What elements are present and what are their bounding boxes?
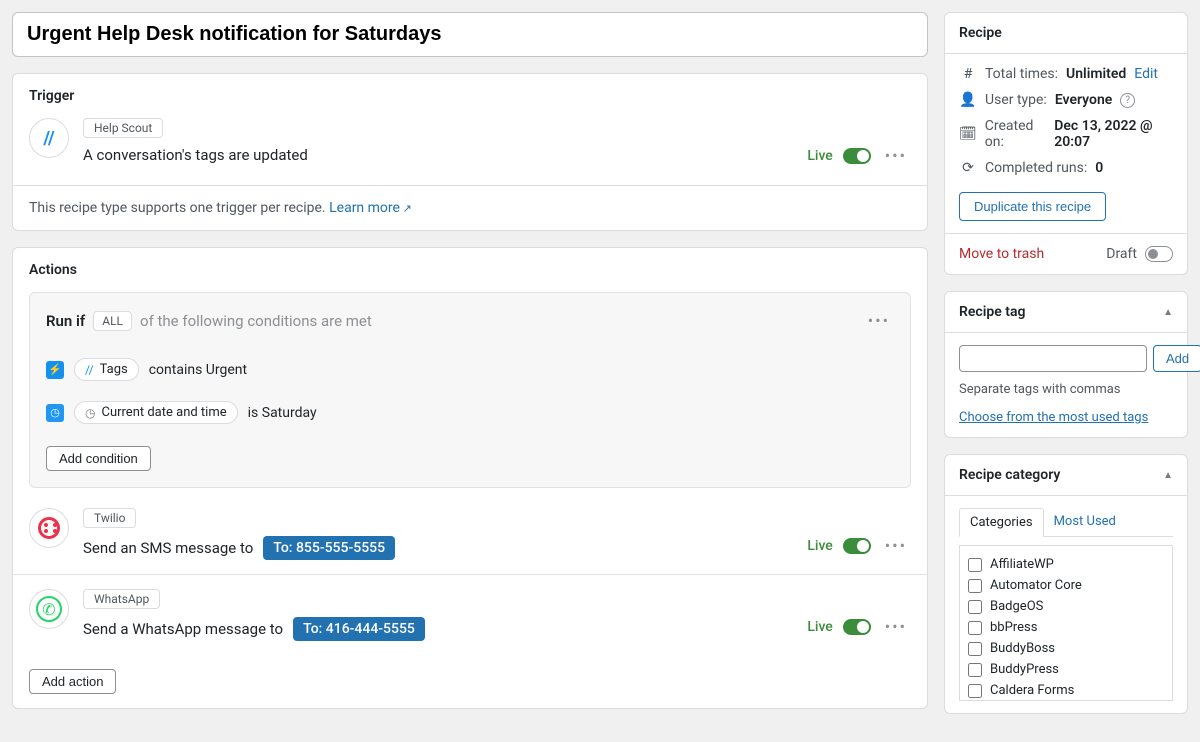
trigger-header: Trigger: [13, 74, 927, 118]
add-condition-button[interactable]: Add condition: [46, 446, 151, 471]
action-live-toggle[interactable]: [843, 619, 871, 635]
action-live-toggle[interactable]: [843, 538, 871, 554]
trigger-card: Trigger // Help Scout A conversation's t…: [12, 73, 928, 231]
whatsapp-icon: ✆: [29, 589, 69, 629]
condition-row[interactable]: ⚡ //Tags contains Urgent: [30, 348, 910, 391]
action-to-pill[interactable]: To: 416-444-5555: [293, 617, 425, 641]
draft-toggle[interactable]: [1145, 246, 1173, 262]
action-more-menu[interactable]: •••: [881, 613, 911, 640]
action-live-label: Live: [807, 619, 832, 635]
condition-text: contains Urgent: [149, 362, 247, 378]
refresh-icon: ⟳: [959, 160, 977, 176]
action-text: Send an SMS message to: [83, 539, 253, 557]
tag-hint: Separate tags with commas: [959, 382, 1173, 397]
integration-chip: Help Scout: [83, 118, 163, 138]
helpscout-icon: //: [29, 118, 69, 158]
category-item[interactable]: Caldera Forms: [968, 680, 1164, 701]
add-action-button[interactable]: Add action: [29, 669, 116, 694]
collapse-icon[interactable]: ▲: [1163, 470, 1173, 481]
tab-categories[interactable]: Categories: [959, 508, 1044, 537]
runif-quantifier[interactable]: ALL: [93, 311, 132, 331]
move-to-trash-link[interactable]: Move to trash: [959, 246, 1044, 262]
choose-tags-link[interactable]: Choose from the most used tags: [959, 410, 1148, 425]
category-item[interactable]: bbPress: [968, 617, 1164, 638]
action-item: ✆ WhatsApp Send a WhatsApp message to To…: [13, 574, 927, 655]
condition-pill: ◷Current date and time: [74, 401, 238, 424]
condition-source-icon: ⚡: [46, 361, 64, 379]
action-to-pill[interactable]: To: 855-555-5555: [263, 536, 395, 560]
info-icon[interactable]: ?: [1120, 93, 1135, 108]
meta-total-times: # Total times: Unlimited Edit: [959, 66, 1173, 82]
twilio-icon: [29, 508, 69, 548]
hash-icon: #: [959, 66, 977, 82]
condition-text: is Saturday: [248, 405, 317, 421]
condition-pill: //Tags: [74, 358, 139, 381]
runif-tail: of the following conditions are met: [140, 312, 372, 330]
conditions-more-menu[interactable]: •••: [864, 307, 894, 334]
meta-created: 🗓 Created on: Dec 13, 2022 @ 20:07: [959, 118, 1173, 150]
duplicate-button[interactable]: Duplicate this recipe: [959, 192, 1106, 221]
recipe-meta-card: Recipe # Total times: Unlimited Edit 👤 U…: [944, 12, 1188, 275]
trigger-note: This recipe type supports one trigger pe…: [13, 185, 927, 230]
integration-chip: Twilio: [83, 508, 136, 528]
action-text: Send a WhatsApp message to: [83, 620, 283, 638]
draft-label: Draft: [1106, 246, 1137, 262]
trigger-text: A conversation's tags are updated: [83, 146, 793, 164]
category-list[interactable]: AffiliateWP Automator Core BadgeOS bbPre…: [959, 545, 1173, 701]
recipe-category-header: Recipe category: [959, 467, 1060, 483]
tag-input[interactable]: [959, 345, 1147, 372]
integration-chip: WhatsApp: [83, 589, 160, 609]
recipe-tag-header: Recipe tag: [959, 304, 1025, 320]
conditions-box: Run if ALL of the following conditions a…: [29, 292, 911, 488]
meta-user-type: 👤 User type: Everyone ?: [959, 92, 1173, 108]
trigger-live-toggle[interactable]: [843, 148, 871, 164]
edit-total-link[interactable]: Edit: [1134, 66, 1158, 82]
trigger-more-menu[interactable]: •••: [881, 142, 911, 169]
trigger-live-label: Live: [807, 148, 832, 164]
meta-completed: ⟳ Completed runs: 0: [959, 160, 1173, 176]
category-item[interactable]: BuddyBoss: [968, 638, 1164, 659]
category-item[interactable]: Automator Core: [968, 575, 1164, 596]
recipe-meta-header: Recipe: [945, 13, 1187, 54]
user-icon: 👤: [959, 92, 977, 108]
recipe-title-input[interactable]: [12, 12, 928, 57]
add-tag-button[interactable]: Add: [1153, 345, 1200, 372]
category-item[interactable]: BadgeOS: [968, 596, 1164, 617]
recipe-tag-card: Recipe tag ▲ Add Separate tags with comm…: [944, 291, 1188, 438]
condition-row[interactable]: ◷ ◷Current date and time is Saturday: [30, 391, 910, 434]
actions-header: Actions: [13, 248, 927, 292]
collapse-icon[interactable]: ▲: [1163, 307, 1173, 318]
calendar-icon: 🗓: [959, 126, 977, 142]
tab-most-used[interactable]: Most Used: [1044, 508, 1126, 536]
condition-source-icon: ◷: [46, 404, 64, 422]
category-item[interactable]: AffiliateWP: [968, 554, 1164, 575]
runif-label: Run if: [46, 312, 85, 330]
action-live-label: Live: [807, 538, 832, 554]
actions-card: Actions Run if ALL of the following cond…: [12, 247, 928, 709]
learn-more-link[interactable]: Learn more: [329, 200, 412, 216]
action-item: Twilio Send an SMS message to To: 855-55…: [13, 494, 927, 574]
recipe-category-card: Recipe category ▲ Categories Most Used A…: [944, 454, 1188, 714]
action-more-menu[interactable]: •••: [881, 532, 911, 559]
